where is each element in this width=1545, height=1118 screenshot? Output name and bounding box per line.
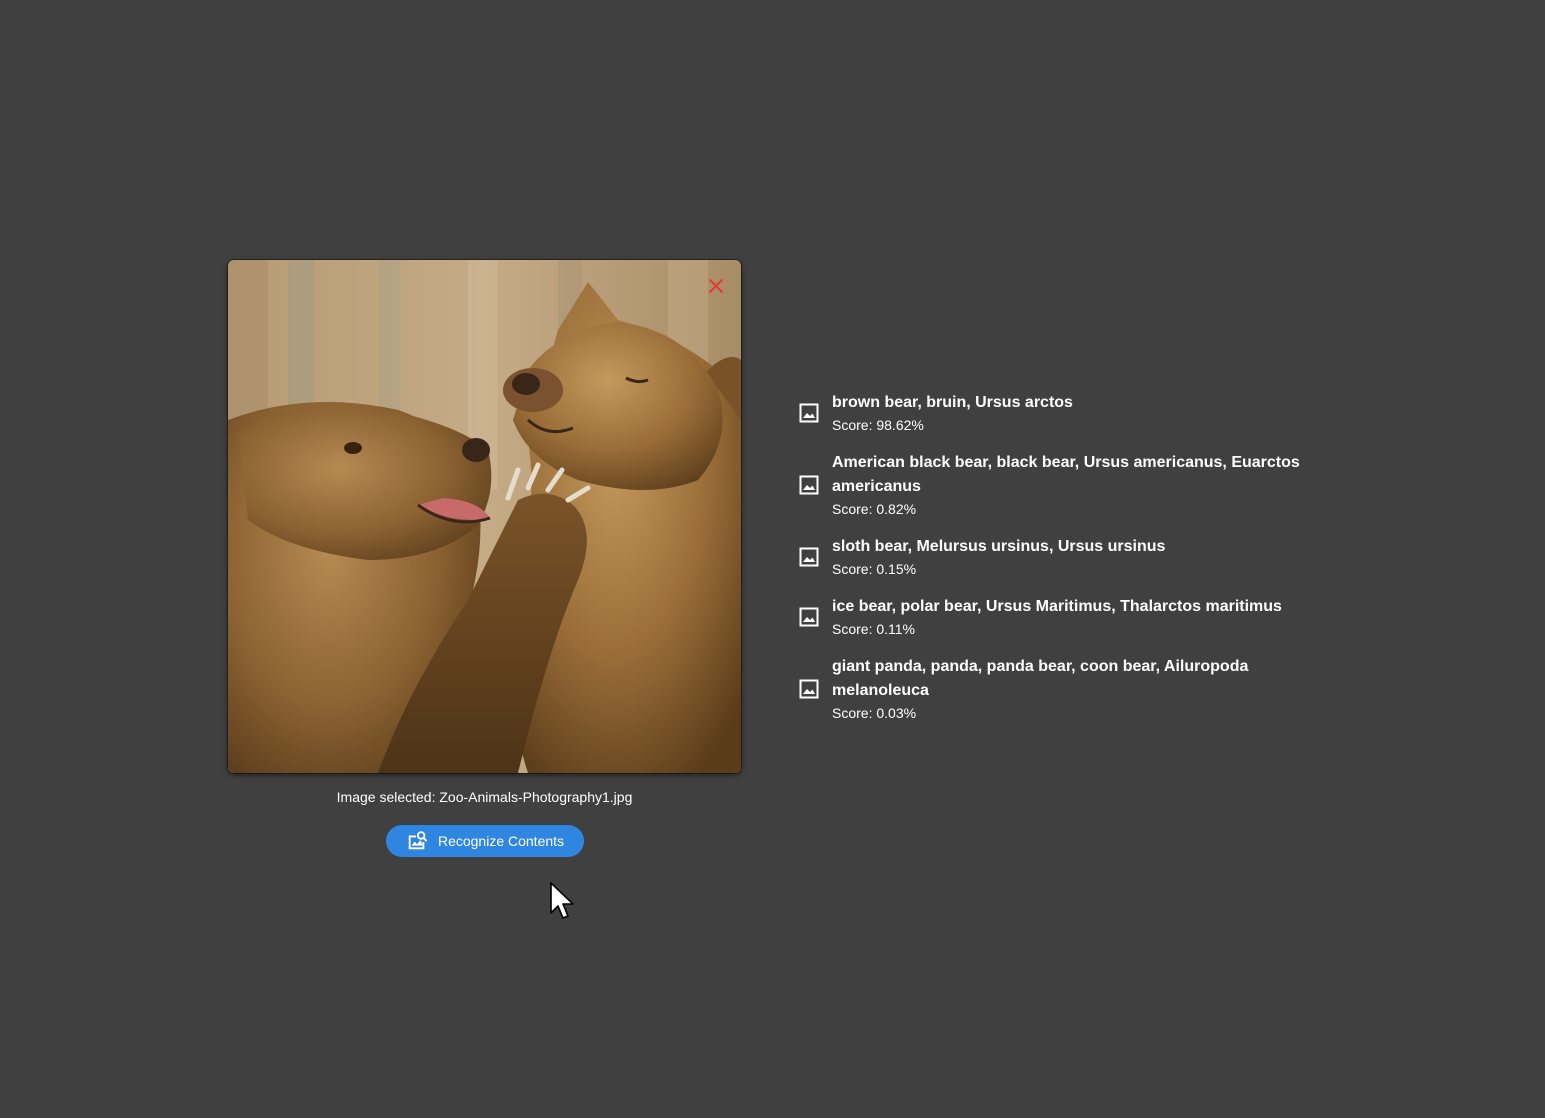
result-label: giant panda, panda, panda bear, coon bea…: [832, 658, 1249, 699]
bear-photo: [228, 260, 741, 773]
result-item: brown bear, bruin, Ursus arctos Score: 9…: [796, 391, 1316, 435]
image-icon: [797, 677, 821, 701]
result-score: Score: 0.15%: [832, 561, 917, 577]
result-item: ice bear, polar bear, Ursus Maritimus, T…: [796, 595, 1316, 639]
result-item: sloth bear, Melursus ursinus, Ursus ursi…: [796, 535, 1316, 579]
recognize-contents-button[interactable]: Recognize Contents: [386, 825, 584, 857]
file-caption: Image selected: Zoo-Animals-Photography1…: [336, 789, 633, 805]
results-list: brown bear, bruin, Ursus arctos Score: 9…: [796, 391, 1316, 739]
result-item: American black bear, black bear, Ursus a…: [796, 451, 1316, 519]
result-label: sloth bear, Melursus ursinus, Ursus ursi…: [832, 538, 1166, 555]
result-item: giant panda, panda, panda bear, coon bea…: [796, 655, 1316, 723]
result-score: Score: 0.03%: [832, 705, 917, 721]
image-icon: [797, 473, 821, 497]
app-stage: Image selected: Zoo-Animals-Photography1…: [0, 0, 1545, 1118]
image-icon: [797, 545, 821, 569]
result-score: Score: 0.11%: [832, 621, 916, 637]
result-score: Score: 98.62%: [832, 417, 924, 433]
result-label: ice bear, polar bear, Ursus Maritimus, T…: [832, 598, 1282, 615]
image-icon: [797, 605, 821, 629]
mouse-cursor-icon: [550, 882, 574, 919]
result-label: brown bear, bruin, Ursus arctos: [832, 394, 1073, 411]
image-search-icon: [406, 830, 428, 852]
close-icon[interactable]: [707, 277, 725, 295]
result-label: American black bear, black bear, Ursus a…: [832, 454, 1300, 495]
image-icon: [797, 401, 821, 425]
recognize-contents-label: Recognize Contents: [437, 833, 565, 849]
image-preview-card: [228, 260, 741, 773]
result-score: Score: 0.82%: [832, 501, 917, 517]
